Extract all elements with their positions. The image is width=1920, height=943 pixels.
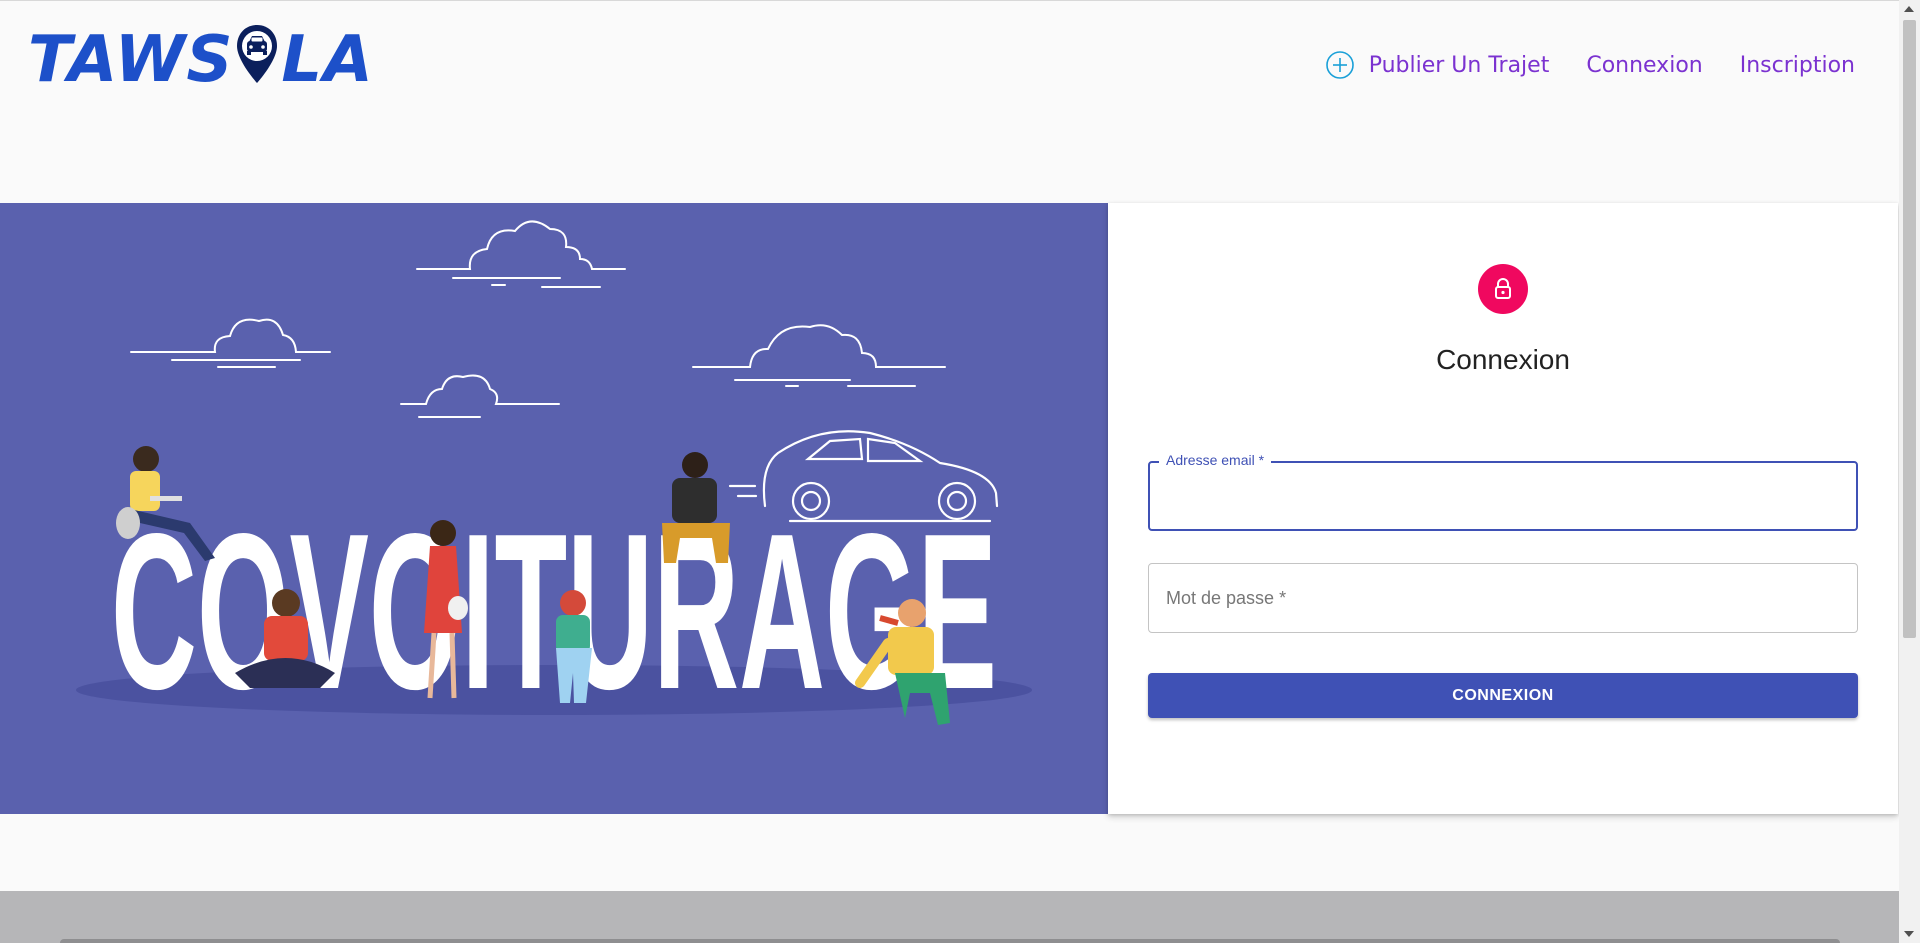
login-card: Connexion Adresse email * CONNEXION bbox=[1108, 203, 1898, 814]
top-nav: Publier Un Trajet Connexion Inscription bbox=[1325, 50, 1855, 80]
lock-icon bbox=[1478, 264, 1528, 314]
footer-band bbox=[0, 891, 1899, 943]
email-label: Adresse email * bbox=[1159, 452, 1272, 468]
signup-link[interactable]: Inscription bbox=[1740, 53, 1855, 78]
email-input[interactable] bbox=[1150, 463, 1856, 529]
site-logo[interactable]: TAWS LA bbox=[28, 24, 374, 96]
hero-word: COVOITURAGE bbox=[111, 488, 997, 736]
password-input[interactable] bbox=[1149, 564, 1857, 632]
login-title: Connexion bbox=[1436, 344, 1570, 375]
clouds bbox=[130, 220, 946, 418]
carpool-illustration: COVOITURAGE bbox=[76, 220, 1032, 736]
login-submit-button[interactable]: CONNEXION bbox=[1148, 673, 1858, 718]
logo-text-right: LA bbox=[281, 23, 374, 97]
car-pin-icon bbox=[234, 23, 280, 97]
login-link[interactable]: Connexion bbox=[1586, 53, 1702, 78]
password-field[interactable] bbox=[1148, 563, 1858, 633]
footer-panel-edge bbox=[60, 939, 1840, 943]
email-field[interactable]: Adresse email * bbox=[1148, 452, 1858, 531]
publish-trip-label: Publier Un Trajet bbox=[1368, 52, 1550, 78]
publish-trip-link[interactable]: Publier Un Trajet bbox=[1325, 50, 1550, 80]
scroll-thumb[interactable] bbox=[1903, 20, 1916, 638]
page-scrollbar[interactable] bbox=[1899, 0, 1920, 943]
plus-circle-icon bbox=[1325, 50, 1355, 80]
logo-text-left: TAWS bbox=[28, 23, 234, 97]
scroll-up-arrow-icon[interactable] bbox=[1904, 6, 1914, 12]
top-border bbox=[0, 0, 1899, 1]
scroll-down-arrow-icon[interactable] bbox=[1904, 931, 1914, 937]
hero-illustration: COVOITURAGE bbox=[0, 203, 1108, 814]
